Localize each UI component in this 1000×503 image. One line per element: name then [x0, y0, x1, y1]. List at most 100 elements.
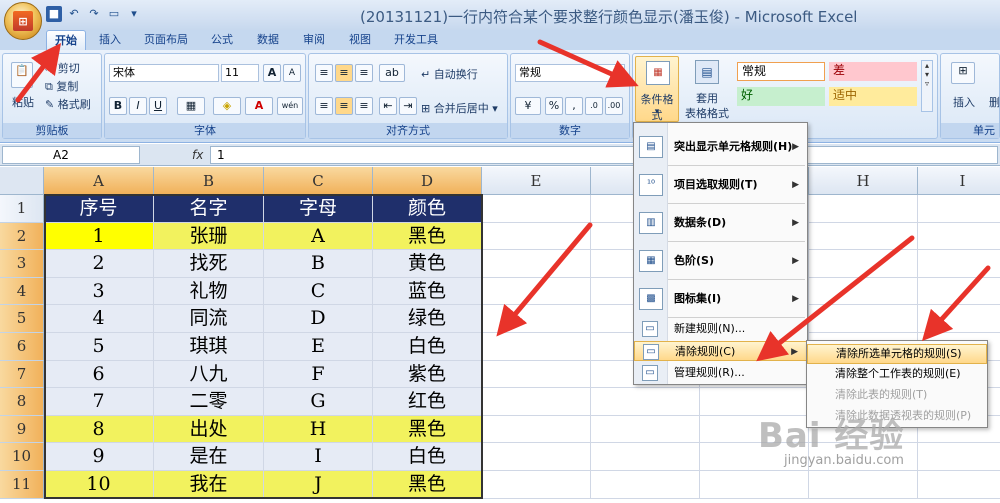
empty-cell[interactable] [482, 415, 591, 444]
row-header-1[interactable]: 1 [0, 195, 44, 223]
empty-cell[interactable] [918, 195, 1000, 223]
merge-center-button[interactable]: ⊞ 合并后居中 ▾ [421, 100, 498, 116]
table-cell[interactable]: 1 [44, 222, 154, 251]
styles-gallery-scroll[interactable]: ▴ ▾ ▿ [921, 60, 933, 112]
cf-menu-item[interactable]: ▦ 色阶(S) ▶ [634, 243, 807, 279]
cf-menu-item[interactable]: ▭ 新建规则(N)... [634, 319, 807, 339]
font-size-select[interactable]: 11 [221, 64, 259, 82]
accounting-format-icon[interactable]: ¥ [515, 97, 541, 115]
insert-function-icon[interactable]: fx [192, 148, 203, 162]
table-cell[interactable]: 琪琪 [154, 333, 264, 361]
cf-menu-item[interactable]: ¹⁰ 项目选取规则(T) ▶ [634, 167, 807, 203]
tab-home[interactable]: 开始 [46, 30, 86, 50]
cf-menu-item[interactable]: ▩ 图标集(I) ▶ [634, 281, 807, 317]
empty-cell[interactable] [809, 222, 918, 251]
font-name-select[interactable]: 宋体 [109, 64, 219, 82]
row-header-3[interactable]: 3 [0, 250, 44, 278]
conditional-formatting-button[interactable]: ▦ 条件格式 ▾ [635, 56, 679, 122]
borders-button[interactable]: ▦ [177, 97, 205, 115]
table-cell[interactable]: 同流 [154, 305, 264, 333]
align-right-icon[interactable]: ≡ [355, 97, 373, 115]
empty-cell[interactable] [918, 471, 1000, 499]
tab-insert[interactable]: 插入 [92, 30, 128, 50]
format-as-table-button[interactable]: ▤ 套用 表格格式 [683, 56, 731, 122]
column-header-a[interactable]: A [44, 167, 154, 195]
grow-font-button[interactable]: A [263, 64, 281, 82]
empty-cell[interactable] [918, 443, 1000, 471]
empty-cell[interactable] [482, 443, 591, 471]
empty-cell[interactable] [482, 388, 591, 416]
cf-menu-item[interactable]: ▭ 管理规则(R)... [634, 363, 807, 383]
empty-cell[interactable] [809, 250, 918, 278]
empty-cell[interactable] [809, 471, 918, 499]
italic-button[interactable]: I [129, 97, 147, 115]
row-header-7[interactable]: 7 [0, 360, 44, 389]
tab-review[interactable]: 审阅 [296, 30, 332, 50]
align-middle-icon[interactable]: ≡ [335, 64, 353, 82]
table-cell[interactable]: 黑色 [373, 471, 482, 499]
table-cell[interactable]: 8 [44, 415, 154, 444]
empty-cell[interactable] [482, 471, 591, 499]
header-cell[interactable]: 颜色 [373, 195, 482, 223]
paste-icon[interactable]: 📋 [11, 62, 33, 88]
table-cell[interactable]: 紫色 [373, 360, 482, 389]
clear-rules-item[interactable]: 清除所选单元格的规则(S) [807, 344, 987, 364]
column-header-c[interactable]: C [264, 167, 373, 195]
table-cell[interactable]: G [264, 388, 373, 416]
align-top-icon[interactable]: ≡ [315, 64, 333, 82]
table-cell[interactable]: 10 [44, 471, 154, 499]
table-cell[interactable]: J [264, 471, 373, 499]
copy-button[interactable]: ⧉ 复制 [45, 78, 78, 94]
row-header-2[interactable]: 2 [0, 222, 44, 251]
row-header-6[interactable]: 6 [0, 333, 44, 361]
save-icon[interactable]: ■ [46, 6, 62, 22]
cf-menu-item[interactable]: ▭ 清除规则(C) ▶ [634, 341, 807, 361]
column-header-e[interactable]: E [482, 167, 591, 195]
row-header-10[interactable]: 10 [0, 443, 44, 471]
table-cell[interactable]: 白色 [373, 333, 482, 361]
empty-cell[interactable] [918, 250, 1000, 278]
table-cell[interactable]: 黑色 [373, 222, 482, 251]
customize-qat-icon[interactable]: ▾ [126, 6, 142, 22]
row-header-8[interactable]: 8 [0, 388, 44, 416]
comma-button[interactable]: , [565, 97, 583, 115]
table-cell[interactable]: 黑色 [373, 415, 482, 444]
fill-color-button[interactable]: ◈ [213, 97, 241, 115]
shrink-font-button[interactable]: A [283, 64, 301, 82]
decrease-indent-icon[interactable]: ⇤ [379, 97, 397, 115]
empty-cell[interactable] [482, 360, 591, 389]
bold-button[interactable]: B [109, 97, 127, 115]
style-normal[interactable]: 常规 [737, 62, 825, 81]
formula-input[interactable]: 1 [210, 146, 998, 164]
row-header-5[interactable]: 5 [0, 305, 44, 333]
table-cell[interactable]: H [264, 415, 373, 444]
empty-cell[interactable] [591, 443, 700, 471]
column-header-d[interactable]: D [373, 167, 482, 195]
table-cell[interactable]: A [264, 222, 373, 251]
tab-formulas[interactable]: 公式 [204, 30, 240, 50]
percent-button[interactable]: % [545, 97, 563, 115]
table-cell[interactable]: 3 [44, 277, 154, 306]
table-cell[interactable]: 蓝色 [373, 277, 482, 306]
table-cell[interactable]: 黄色 [373, 250, 482, 278]
table-cell[interactable]: C [264, 277, 373, 306]
table-cell[interactable]: 7 [44, 388, 154, 416]
align-left-icon[interactable]: ≡ [315, 97, 333, 115]
number-format-select[interactable]: 常规 [515, 64, 625, 82]
table-cell[interactable]: 找死 [154, 250, 264, 278]
style-good[interactable]: 好 [737, 87, 825, 106]
empty-cell[interactable] [809, 195, 918, 223]
empty-cell[interactable] [591, 471, 700, 499]
delete-button[interactable]: 删 [989, 94, 1000, 110]
underline-button[interactable]: U [149, 97, 167, 115]
phonetic-button[interactable]: wén [277, 97, 303, 115]
cf-menu-item[interactable]: ▤ 突出显示单元格规则(H) ▶ [634, 129, 807, 165]
table-cell[interactable]: 八九 [154, 360, 264, 389]
table-cell[interactable]: B [264, 250, 373, 278]
empty-cell[interactable] [482, 333, 591, 361]
table-cell[interactable]: 4 [44, 305, 154, 333]
header-cell[interactable]: 名字 [154, 195, 264, 223]
paste-button[interactable]: 粘贴 [12, 94, 34, 110]
cut-button[interactable]: ✂ 剪切 [45, 60, 80, 76]
header-cell[interactable]: 字母 [264, 195, 373, 223]
